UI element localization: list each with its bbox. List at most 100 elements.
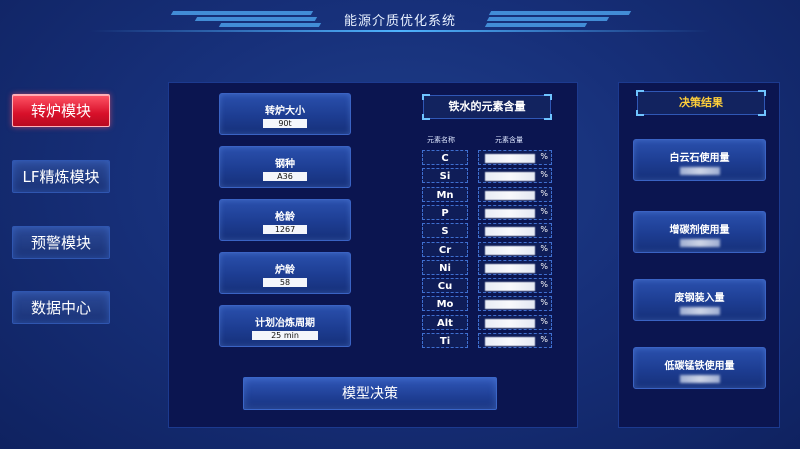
element-value-input[interactable] <box>485 227 535 237</box>
element-value-box: % <box>478 296 552 312</box>
gun-age-card: 枪龄 1267 <box>219 199 351 241</box>
page-title: 能源介质优化系统 <box>343 14 456 29</box>
element-name: Ti <box>422 333 468 348</box>
percent-unit: % <box>540 280 548 290</box>
nav-item-converter[interactable]: 转炉模块 <box>12 94 110 127</box>
header-bar: 能源介质优化系统 <box>0 0 800 36</box>
element-name: Si <box>422 168 468 184</box>
element-name: Alt <box>422 314 468 330</box>
result-value-redacted <box>679 375 720 383</box>
percent-unit: % <box>540 206 548 216</box>
furnace-size-input[interactable]: 90t <box>263 119 307 128</box>
element-name: Mn <box>422 186 468 202</box>
corner-decor <box>636 90 644 96</box>
smelting-cycle-card: 计划冶炼周期 25 min <box>219 305 351 347</box>
result-value-redacted <box>679 167 720 175</box>
header-decor-stripe <box>194 17 318 21</box>
column-header-element-content: 元素含量 <box>495 136 523 144</box>
corner-decor <box>544 114 552 120</box>
element-value-input[interactable] <box>485 282 535 292</box>
element-name: S <box>422 223 468 239</box>
element-name: Cr <box>422 241 468 257</box>
percent-unit: % <box>540 316 548 326</box>
result-card-carburizer: 增碳剂使用量 <box>633 211 766 253</box>
furnace-age-label: 炉龄 <box>275 265 295 276</box>
corner-decor <box>544 94 552 100</box>
header-decor-stripe <box>488 11 632 15</box>
corner-decor <box>636 110 644 116</box>
percent-unit: % <box>540 170 548 180</box>
result-value-redacted <box>679 239 720 247</box>
element-content-title: 铁水的元素含量 <box>422 94 552 120</box>
percent-unit: % <box>540 335 548 344</box>
corner-decor <box>422 114 430 120</box>
element-value-input[interactable] <box>485 208 535 218</box>
furnace-age-card: 炉龄 58 <box>219 252 351 294</box>
steel-grade-card: 钢种 A36 <box>219 146 351 188</box>
percent-unit: % <box>540 188 548 198</box>
percent-unit: % <box>540 152 548 161</box>
result-card-dolomite: 白云石使用量 <box>633 139 766 181</box>
element-value-box: % <box>478 259 552 275</box>
steel-grade-input[interactable]: A36 <box>263 172 307 181</box>
element-value-input[interactable] <box>485 190 535 200</box>
gun-age-label: 枪龄 <box>275 212 295 223</box>
element-value-box: % <box>478 223 552 239</box>
element-value-box: % <box>478 333 552 348</box>
decision-results-panel: 决策结果 白云石使用量 增碳剂使用量 废钢装入量 低碳锰铁使用量 <box>618 82 780 428</box>
corner-decor <box>758 90 766 96</box>
result-value-redacted <box>679 307 720 315</box>
furnace-size-card: 转炉大小 90t <box>219 93 351 135</box>
decision-results-title-text: 决策结果 <box>679 96 723 109</box>
nav-item-warning[interactable]: 预警模块 <box>12 226 110 259</box>
result-label: 废钢装入量 <box>674 293 725 304</box>
result-label: 白云石使用量 <box>669 153 730 164</box>
result-card-low-carbon-ferromanganese: 低碳锰铁使用量 <box>633 347 766 389</box>
result-label: 增碳剂使用量 <box>669 225 730 236</box>
element-value-input[interactable] <box>485 154 535 163</box>
decision-results-title: 决策结果 <box>636 90 766 116</box>
element-value-input[interactable] <box>485 318 535 328</box>
element-value-input[interactable] <box>485 245 535 255</box>
element-value-box: % <box>478 278 552 294</box>
nav-item-lf-refining[interactable]: LF精炼模块 <box>12 160 110 193</box>
element-name: P <box>422 204 468 220</box>
result-card-scrap-steel: 废钢装入量 <box>633 279 766 321</box>
nav-item-data-center[interactable]: 数据中心 <box>12 291 110 324</box>
furnace-age-input[interactable]: 58 <box>263 278 307 287</box>
element-value-box: % <box>478 186 552 202</box>
input-panel: 转炉大小 90t 钢种 A36 枪龄 1267 炉龄 58 计划冶炼周期 25 … <box>168 82 578 428</box>
corner-decor <box>422 94 430 100</box>
element-value-box: % <box>478 150 552 165</box>
element-value-input[interactable] <box>485 337 535 346</box>
element-name: Mo <box>422 296 468 312</box>
smelting-cycle-label: 计划冶炼周期 <box>255 318 315 329</box>
header-decor-stripe <box>484 23 588 27</box>
element-name: Ni <box>422 259 468 275</box>
percent-unit: % <box>540 298 548 308</box>
model-decision-button[interactable]: 模型决策 <box>243 377 497 410</box>
header-decor-stripe <box>218 23 322 27</box>
element-value-box: % <box>478 204 552 220</box>
element-name: C <box>422 150 468 165</box>
element-value-box: % <box>478 314 552 330</box>
element-value-box: % <box>478 168 552 184</box>
element-value-box: % <box>478 241 552 257</box>
column-header-element-name: 元素名称 <box>427 136 455 144</box>
header-underline <box>90 30 710 32</box>
percent-unit: % <box>540 243 548 253</box>
furnace-size-label: 转炉大小 <box>265 106 305 117</box>
element-value-input[interactable] <box>485 300 535 310</box>
element-value-input[interactable] <box>485 172 535 182</box>
element-value-input[interactable] <box>485 263 535 273</box>
result-label: 低碳锰铁使用量 <box>664 361 735 372</box>
steel-grade-label: 钢种 <box>275 159 295 170</box>
corner-decor <box>758 110 766 116</box>
gun-age-input[interactable]: 1267 <box>263 225 307 234</box>
percent-unit: % <box>540 261 548 271</box>
smelting-cycle-input[interactable]: 25 min <box>252 331 318 340</box>
header-decor-stripe <box>170 11 314 15</box>
header-decor-stripe <box>486 17 610 21</box>
percent-unit: % <box>540 225 548 235</box>
element-name: Cu <box>422 278 468 294</box>
